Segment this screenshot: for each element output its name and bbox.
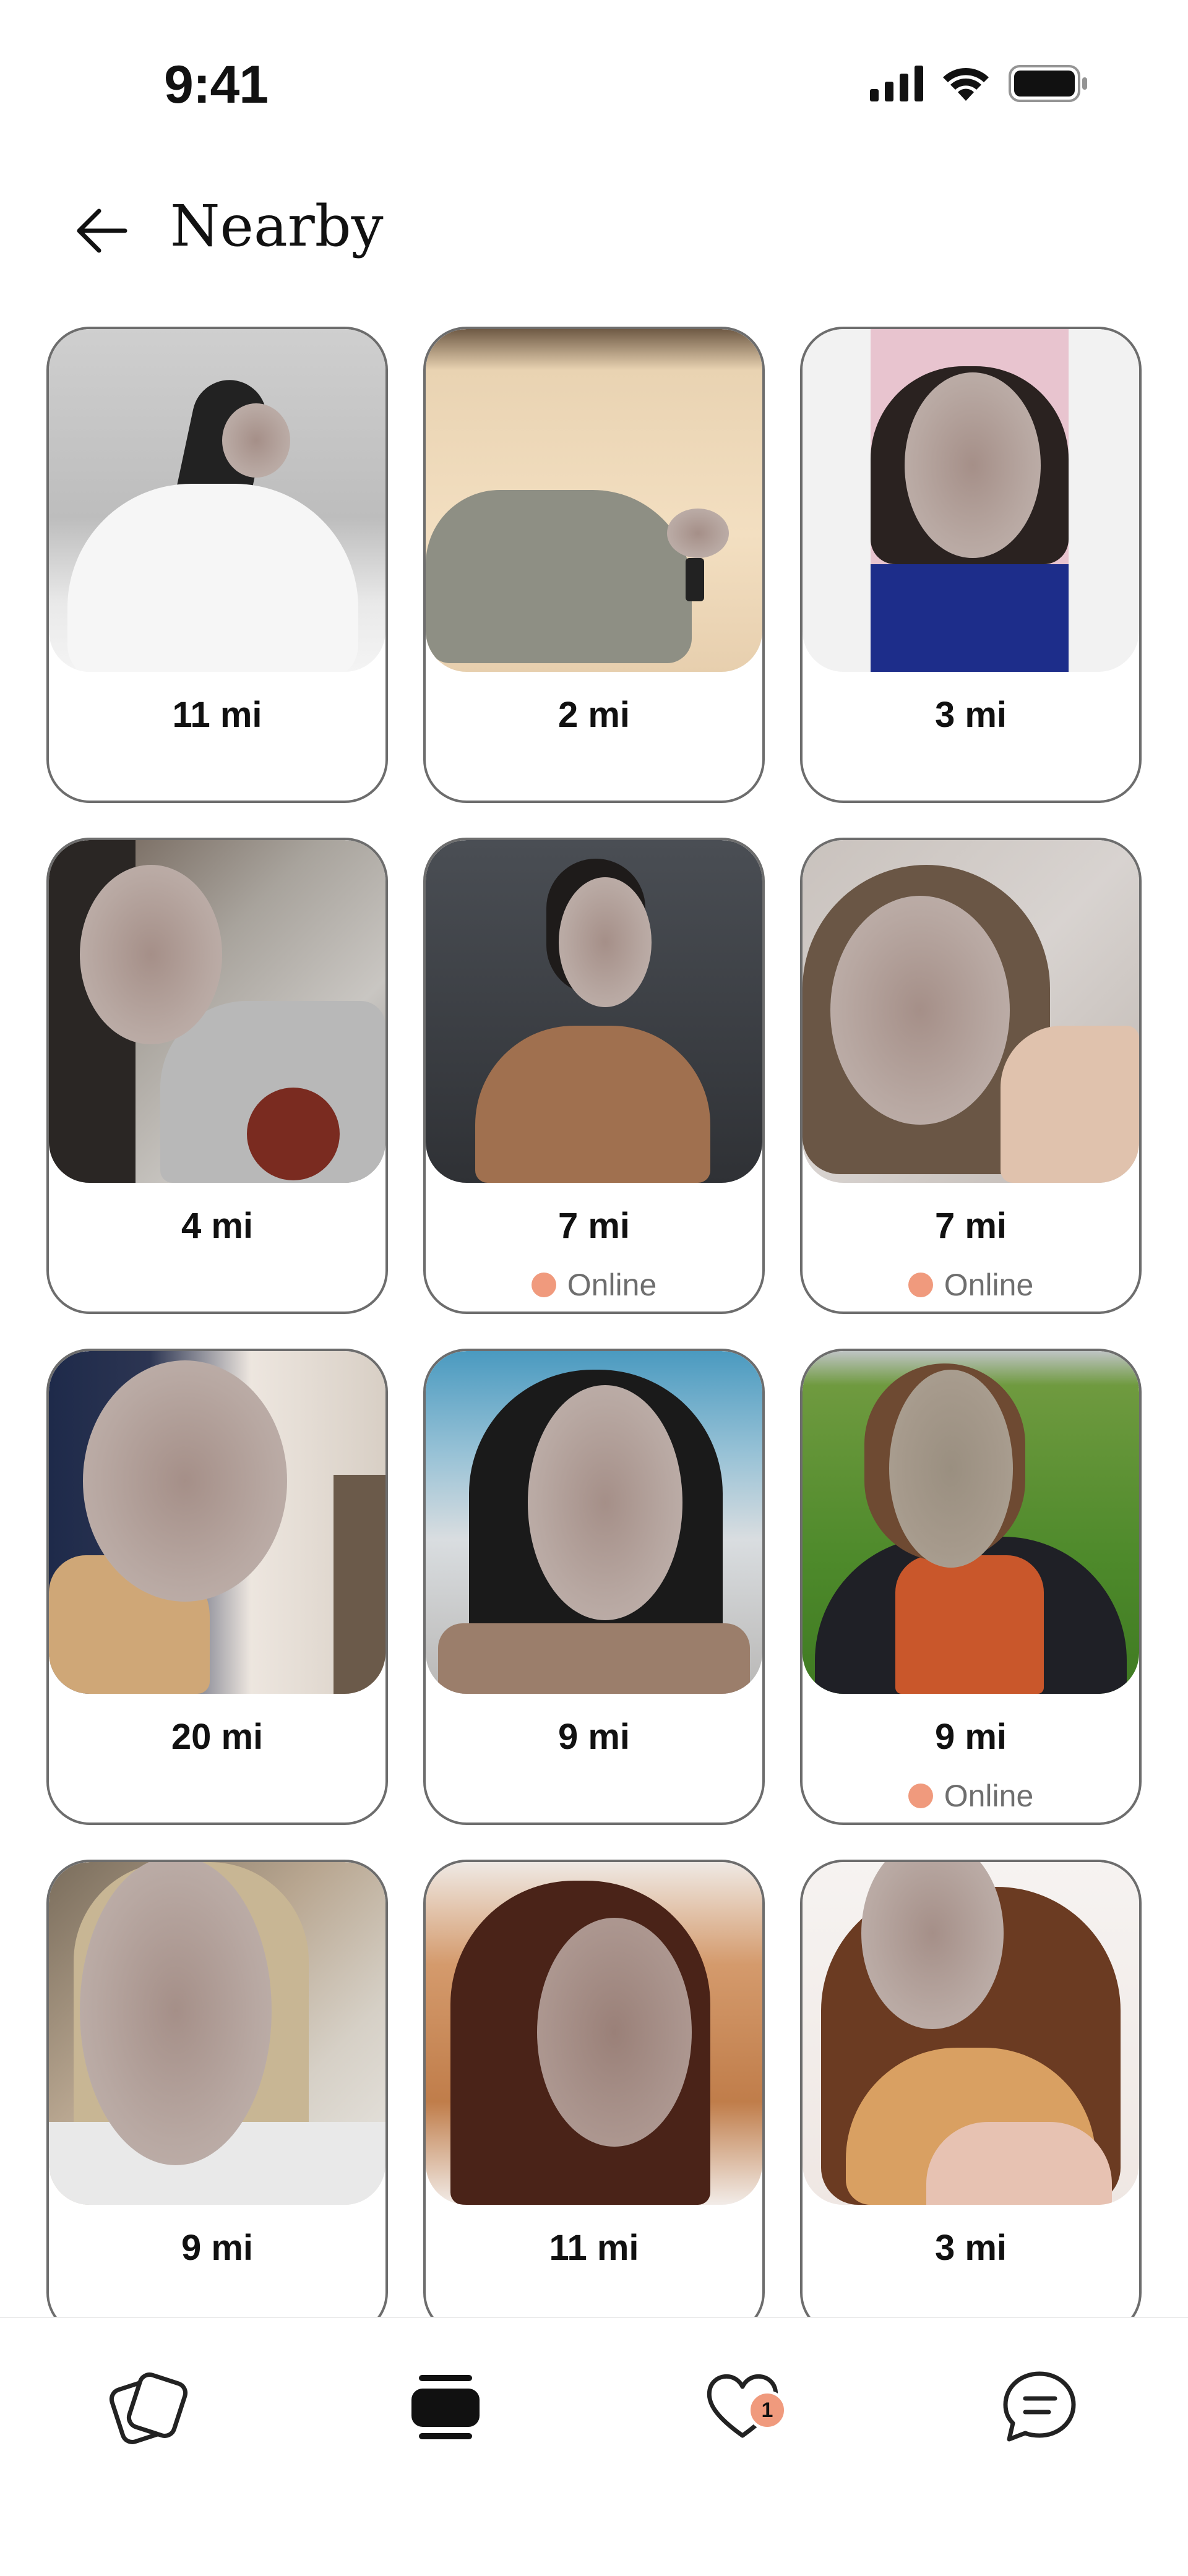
header: Nearby bbox=[0, 179, 1188, 278]
nav-nearby[interactable] bbox=[396, 2358, 495, 2457]
distance-label: 4 mi bbox=[181, 1206, 254, 1246]
profile-card[interactable]: 7 mi Online bbox=[423, 838, 765, 1314]
distance-label: 20 mi bbox=[171, 1717, 264, 1757]
battery-icon bbox=[1009, 65, 1089, 105]
distance-label: 11 mi bbox=[549, 2228, 639, 2268]
profile-card[interactable]: 9 mi Online bbox=[800, 1349, 1142, 1825]
profile-photo bbox=[426, 329, 762, 672]
profile-photo bbox=[803, 1351, 1139, 1694]
page-title: Nearby bbox=[170, 193, 384, 259]
profile-card[interactable]: 3 mi bbox=[800, 1860, 1142, 2336]
profile-photo bbox=[49, 1862, 385, 2205]
online-dot-icon bbox=[531, 1273, 556, 1297]
signal-icon bbox=[870, 66, 923, 105]
profile-card[interactable]: 11 mi bbox=[423, 1860, 765, 2336]
likes-badge: 1 bbox=[747, 2390, 787, 2430]
profile-photo bbox=[426, 1862, 762, 2205]
profile-card[interactable]: 9 mi bbox=[46, 1860, 388, 2336]
profile-photo bbox=[426, 1351, 762, 1694]
distance-label: 9 mi bbox=[557, 1717, 631, 1757]
online-status: Online bbox=[803, 1267, 1139, 1303]
online-dot-icon bbox=[908, 1273, 933, 1297]
cards-stack-icon bbox=[105, 2363, 192, 2453]
distance-label: 2 mi bbox=[557, 695, 631, 735]
back-button[interactable] bbox=[68, 198, 136, 266]
profile-card[interactable]: 4 mi bbox=[46, 838, 388, 1314]
status-icons bbox=[870, 65, 1089, 105]
distance-label: 11 mi bbox=[172, 695, 262, 735]
profile-card[interactable]: 20 mi bbox=[46, 1349, 388, 1825]
nav-messages[interactable] bbox=[990, 2358, 1089, 2457]
distance-label: 7 mi bbox=[557, 1206, 631, 1246]
chat-bubble-icon bbox=[999, 2366, 1080, 2450]
profile-card[interactable]: 3 mi bbox=[800, 327, 1142, 803]
distance-label: 7 mi bbox=[934, 1206, 1007, 1246]
online-label: Online bbox=[944, 1268, 1034, 1302]
distance-label: 9 mi bbox=[934, 1717, 1007, 1757]
status-time: 9:41 bbox=[164, 55, 269, 114]
online-label: Online bbox=[567, 1268, 657, 1302]
distance-label: 3 mi bbox=[934, 695, 1007, 735]
profile-card[interactable]: 7 mi Online bbox=[800, 838, 1142, 1314]
bottom-nav: 1 bbox=[0, 2317, 1188, 2576]
online-label: Online bbox=[944, 1779, 1034, 1813]
profile-photo bbox=[49, 1351, 385, 1694]
profile-photo bbox=[803, 329, 1139, 672]
profile-photo bbox=[49, 329, 385, 672]
distance-label: 3 mi bbox=[934, 2228, 1007, 2268]
wifi-icon bbox=[940, 65, 991, 105]
profile-photo bbox=[803, 840, 1139, 1183]
profile-card[interactable]: 2 mi bbox=[423, 327, 765, 803]
profile-card[interactable]: 11 mi bbox=[46, 327, 388, 803]
profile-card[interactable]: 9 mi bbox=[423, 1349, 765, 1825]
online-status: Online bbox=[803, 1778, 1139, 1814]
grid-nearby-icon bbox=[405, 2366, 486, 2450]
online-dot-icon bbox=[908, 1784, 933, 1808]
distance-label: 9 mi bbox=[181, 2228, 254, 2268]
nav-discover[interactable] bbox=[99, 2358, 198, 2457]
profile-photo bbox=[426, 840, 762, 1183]
status-bar: 9:41 bbox=[0, 0, 1188, 142]
online-status: Online bbox=[426, 1267, 762, 1303]
profile-photo bbox=[803, 1862, 1139, 2205]
profile-photo bbox=[49, 840, 385, 1183]
arrow-left-icon bbox=[74, 203, 130, 262]
nav-likes[interactable]: 1 bbox=[693, 2358, 792, 2457]
